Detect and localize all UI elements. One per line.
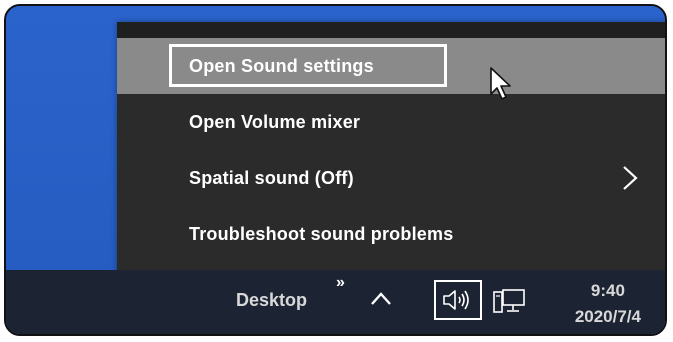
network-icon[interactable] <box>492 286 528 316</box>
speaker-icon <box>443 290 469 310</box>
screenshot-frame: Open Sound settings Open Volume mixer Sp… <box>4 4 667 336</box>
chevron-right-icon <box>623 166 638 190</box>
menu-item-label: Open Sound settings <box>189 55 374 76</box>
clock-time: 9:40 <box>590 281 625 300</box>
menu-item-open-volume-mixer[interactable]: Open Volume mixer <box>117 94 665 150</box>
menu-item-label: Troubleshoot sound problems <box>189 223 454 244</box>
sound-tray-button[interactable] <box>434 280 482 320</box>
menu-item-label: Open Volume mixer <box>189 111 361 132</box>
menu-item-label: Spatial sound (Off) <box>189 167 354 188</box>
desktop-toolbar-label[interactable]: Desktop <box>236 290 307 311</box>
clock-date: 2020/7/4 <box>574 307 641 326</box>
toolbar-overflow-icon[interactable]: » <box>336 274 345 292</box>
mouse-pointer-icon <box>490 67 511 100</box>
menu-item-open-sound-settings[interactable]: Open Sound settings <box>117 38 665 94</box>
menu-item-spatial-sound[interactable]: Spatial sound (Off) <box>117 150 665 206</box>
clock[interactable]: 9:40 2020/7/4 <box>575 278 641 330</box>
taskbar: Desktop » 9:40 2020/7/4 <box>6 270 665 334</box>
chevron-up-icon[interactable] <box>368 288 394 310</box>
sound-context-menu: Open Sound settings Open Volume mixer Sp… <box>117 22 665 280</box>
menu-item-troubleshoot[interactable]: Troubleshoot sound problems <box>117 206 665 262</box>
